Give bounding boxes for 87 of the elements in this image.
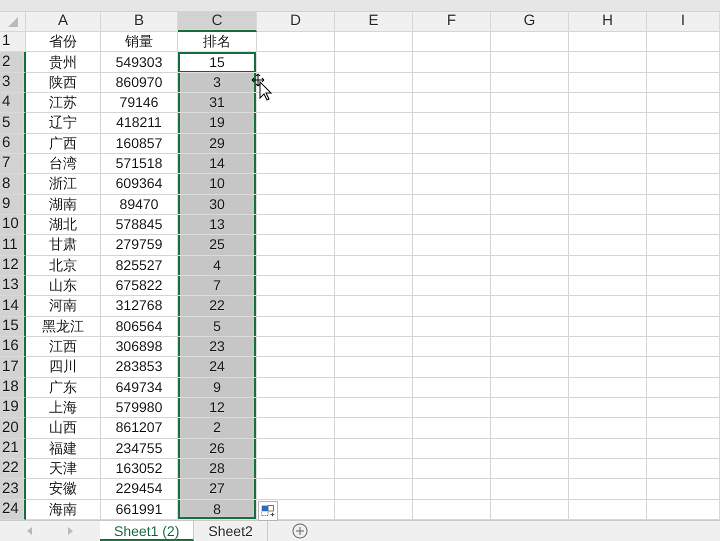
table-cell: 22	[178, 296, 257, 317]
row-header[interactable]: 1	[0, 32, 26, 52]
row-header[interactable]: 23	[0, 479, 26, 500]
row-header[interactable]: 22	[0, 458, 26, 480]
scroll-right-icon[interactable]	[67, 527, 73, 535]
table-cell: 辽宁	[26, 113, 101, 134]
row-header[interactable]: 3	[0, 72, 26, 93]
table-cell: 7	[178, 276, 257, 296]
table-cell: 29	[178, 134, 257, 154]
column-header[interactable]: F	[413, 12, 491, 32]
table-cell: 甘肃	[26, 235, 101, 256]
row-header[interactable]: 13	[0, 276, 26, 296]
table-cell: 15	[178, 52, 257, 73]
table-cell: 13	[178, 214, 257, 236]
sheet-tab[interactable]: Sheet1 (2)	[100, 521, 194, 541]
table-cell: 河南	[26, 296, 101, 317]
table-cell: 浙江	[26, 174, 101, 195]
table-cell: 台湾	[26, 154, 101, 174]
table-cell: 福建	[26, 438, 101, 459]
table-cell: 24	[178, 357, 257, 378]
column-header[interactable]: H	[569, 12, 647, 32]
row-header[interactable]: 2	[0, 52, 26, 73]
table-cell: 10	[178, 174, 257, 195]
row-header[interactable]: 6	[0, 134, 26, 154]
table-cell: 销量	[101, 32, 178, 52]
column-header[interactable]: C	[178, 12, 257, 32]
table-cell: 陕西	[26, 72, 101, 93]
table-cell: 25	[178, 235, 257, 256]
table-cell: 19	[178, 113, 257, 134]
table-cell: 广东	[26, 378, 101, 398]
table-cell: 江西	[26, 336, 101, 358]
table-cell: 9	[178, 378, 257, 398]
row-header[interactable]: 16	[0, 336, 26, 358]
column-header[interactable]: A	[26, 12, 101, 32]
table-cell: 山西	[26, 418, 101, 439]
row-header[interactable]: 4	[0, 92, 26, 114]
row-header[interactable]: 17	[0, 357, 26, 378]
table-cell: 江苏	[26, 92, 101, 114]
row-header[interactable]: 20	[0, 418, 26, 439]
table-cell: 30	[178, 194, 257, 215]
row-header[interactable]: 7	[0, 154, 26, 174]
table-cell: 23	[178, 336, 257, 358]
row-header[interactable]: 12	[0, 256, 26, 276]
row-header[interactable]: 15	[0, 316, 26, 337]
column-header[interactable]: B	[101, 12, 178, 32]
select-all-icon[interactable]	[8, 16, 18, 26]
table-cell: 14	[178, 154, 257, 174]
table-cell: 山东	[26, 276, 101, 296]
table-cell: 27	[178, 479, 257, 500]
row-header[interactable]: 9	[0, 194, 26, 215]
table-cell: 26	[178, 438, 257, 459]
table-cell: 安徽	[26, 479, 101, 500]
table-cell: 12	[178, 398, 257, 418]
row-header[interactable]: 10	[0, 214, 26, 236]
column-header[interactable]: D	[257, 12, 335, 32]
table-cell: 2	[178, 418, 257, 439]
table-cell: 北京	[26, 256, 101, 276]
table-cell: 黑龙江	[26, 316, 101, 337]
table-cell: 5	[178, 316, 257, 337]
add-sheet-icon[interactable]	[292, 523, 308, 539]
table-cell: 广西	[26, 134, 101, 154]
column-header[interactable]: I	[647, 12, 720, 32]
table-cell: 3	[178, 72, 257, 93]
table-cell: 31	[178, 92, 257, 114]
table-cell: 四川	[26, 357, 101, 378]
table-cell: 4	[178, 256, 257, 276]
table-cell: 湖北	[26, 214, 101, 236]
table-cell: 8	[178, 500, 257, 520]
table-cell: 贵州	[26, 52, 101, 73]
row-header[interactable]: 8	[0, 174, 26, 195]
table-cell: 上海	[26, 398, 101, 418]
row-header[interactable]: 21	[0, 438, 26, 459]
table-cell: 湖南	[26, 194, 101, 215]
move-cursor-icon	[250, 72, 274, 102]
row-header[interactable]: 24	[0, 500, 26, 520]
quick-analysis-icon[interactable]	[258, 501, 278, 521]
row-header[interactable]: 14	[0, 296, 26, 317]
row-header[interactable]: 18	[0, 378, 26, 398]
column-header[interactable]: G	[491, 12, 569, 32]
row-header[interactable]: 11	[0, 235, 26, 256]
column-header[interactable]: E	[335, 12, 413, 32]
row-header[interactable]: 19	[0, 398, 26, 418]
table-cell: 28	[178, 458, 257, 480]
scroll-left-icon[interactable]	[27, 527, 33, 535]
table-cell: 省份	[26, 32, 101, 52]
row-header[interactable]: 5	[0, 113, 26, 134]
table-cell: 天津	[26, 458, 101, 480]
